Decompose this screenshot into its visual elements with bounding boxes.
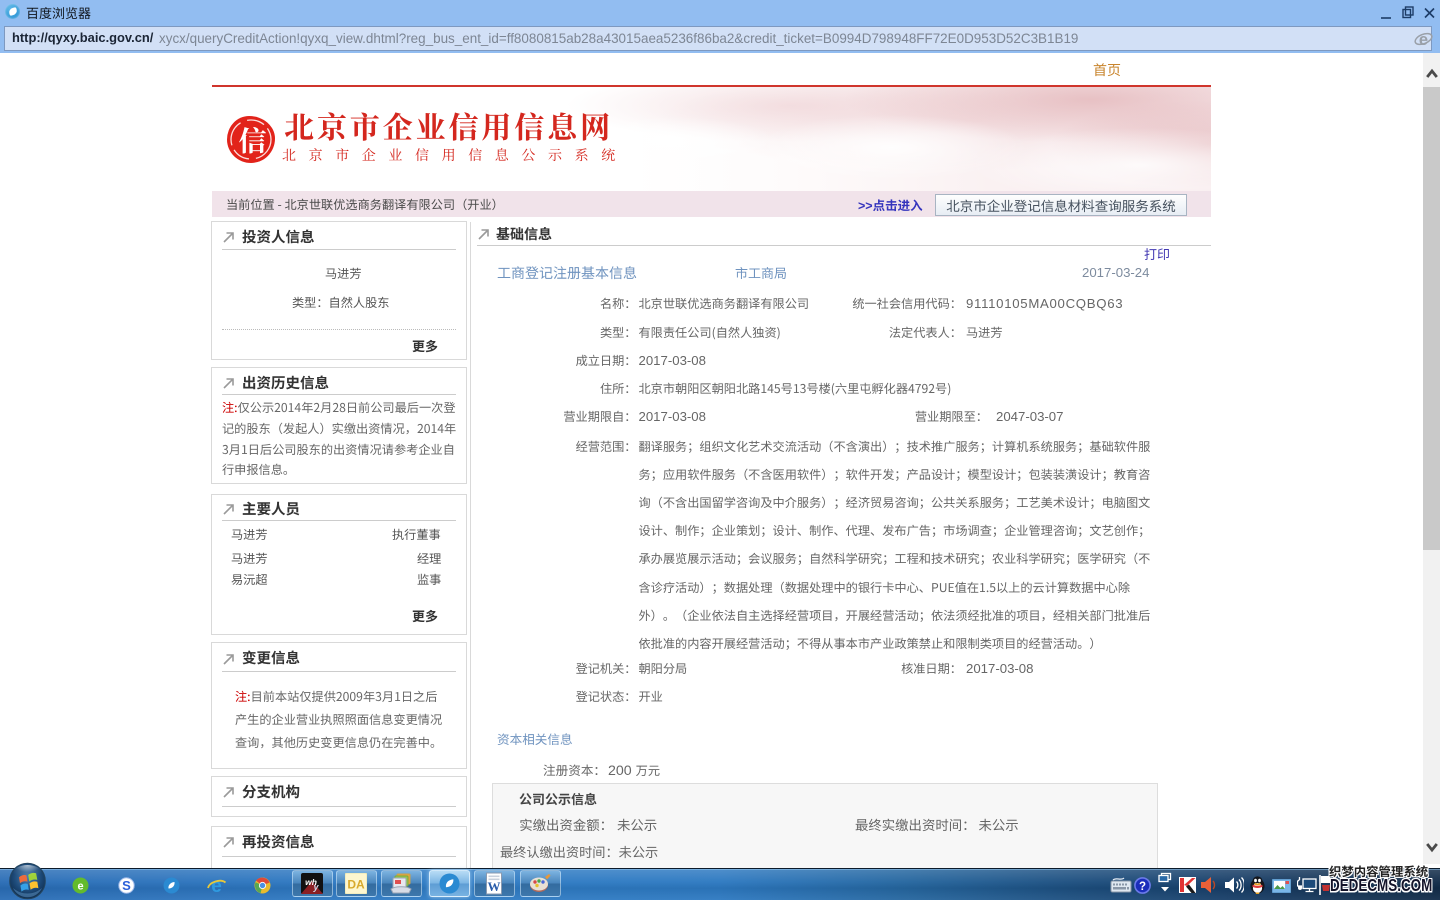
- svg-text:e: e: [211, 876, 222, 895]
- svg-text:?: ?: [1139, 881, 1146, 893]
- svg-text:DA: DA: [347, 878, 365, 892]
- svg-text:e: e: [77, 881, 83, 893]
- svg-text:W: W: [488, 879, 501, 894]
- svg-text:S: S: [122, 878, 131, 893]
- svg-text:y: y: [312, 882, 319, 892]
